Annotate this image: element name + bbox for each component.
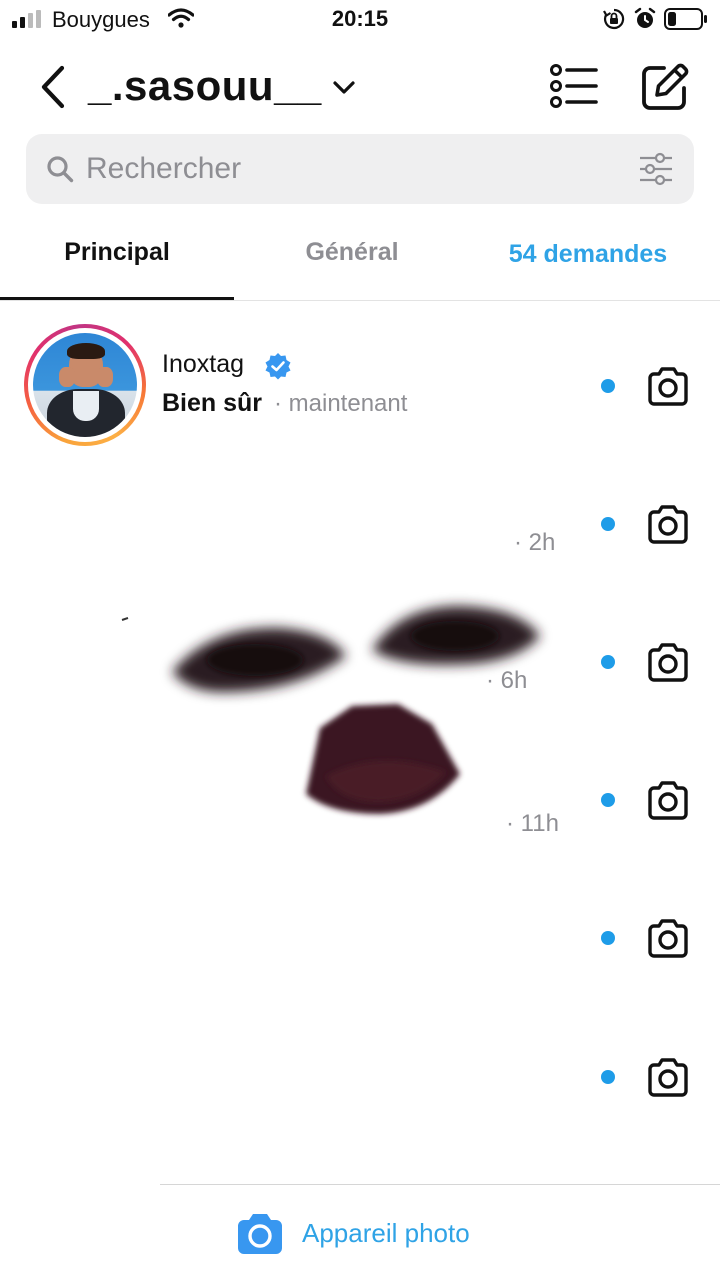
conversation-name[interactable]: Inoxtag xyxy=(162,350,244,379)
camera-icon[interactable] xyxy=(646,504,690,544)
carrier-name: Bouygues xyxy=(52,7,150,32)
mouth-shape xyxy=(306,704,460,814)
right-eye-shape xyxy=(372,606,540,665)
left-eye-shape xyxy=(172,627,346,693)
rotation-lock-icon xyxy=(603,8,625,30)
camera-icon[interactable] xyxy=(236,1212,284,1254)
account-username: _.sasouu__ xyxy=(88,62,322,109)
conversation-time: · maintenant xyxy=(274,390,408,417)
unread-dot xyxy=(601,655,615,669)
verified-badge-icon xyxy=(265,353,291,380)
compose-icon[interactable] xyxy=(640,62,690,110)
camera-icon[interactable] xyxy=(646,918,690,958)
conversation-time: · 2h xyxy=(514,529,556,556)
camera-button-label[interactable]: Appareil photo xyxy=(302,1218,470,1249)
filter-icon[interactable] xyxy=(638,152,674,186)
tab-principal[interactable]: Principal xyxy=(0,238,234,278)
camera-icon[interactable] xyxy=(646,1057,690,1097)
tabs-divider xyxy=(0,300,720,301)
search-input[interactable] xyxy=(86,148,606,190)
battery-icon xyxy=(664,8,707,30)
bottom-divider xyxy=(160,1184,720,1185)
status-bar: Bouygues 20:15 xyxy=(0,0,720,40)
chevron-down-icon xyxy=(333,81,355,94)
wifi-icon xyxy=(168,8,194,28)
avatar xyxy=(33,333,137,437)
unread-dot xyxy=(601,379,615,393)
tab-requests[interactable]: 54 demandes xyxy=(470,240,706,280)
cellular-signal-icon xyxy=(12,10,41,28)
list-icon[interactable] xyxy=(550,64,598,108)
tab-general[interactable]: Général xyxy=(234,238,470,278)
unread-dot xyxy=(601,1070,615,1084)
unread-dot xyxy=(601,793,615,807)
camera-icon[interactable] xyxy=(646,780,690,820)
camera-icon[interactable] xyxy=(646,366,690,406)
search-icon xyxy=(47,156,74,183)
back-arrow-icon[interactable] xyxy=(36,64,70,110)
avatar-story-ring[interactable] xyxy=(24,324,146,446)
unread-dot xyxy=(601,931,615,945)
account-switcher[interactable]: _.sasouu__ xyxy=(88,60,356,112)
conversation-last-message: Bien sûr xyxy=(162,389,263,417)
camera-icon[interactable] xyxy=(646,642,690,682)
conversation-time: · 11h xyxy=(506,810,559,837)
unread-dot xyxy=(601,517,615,531)
conversation-time: · 6h xyxy=(486,667,528,694)
alarm-icon xyxy=(634,7,656,28)
